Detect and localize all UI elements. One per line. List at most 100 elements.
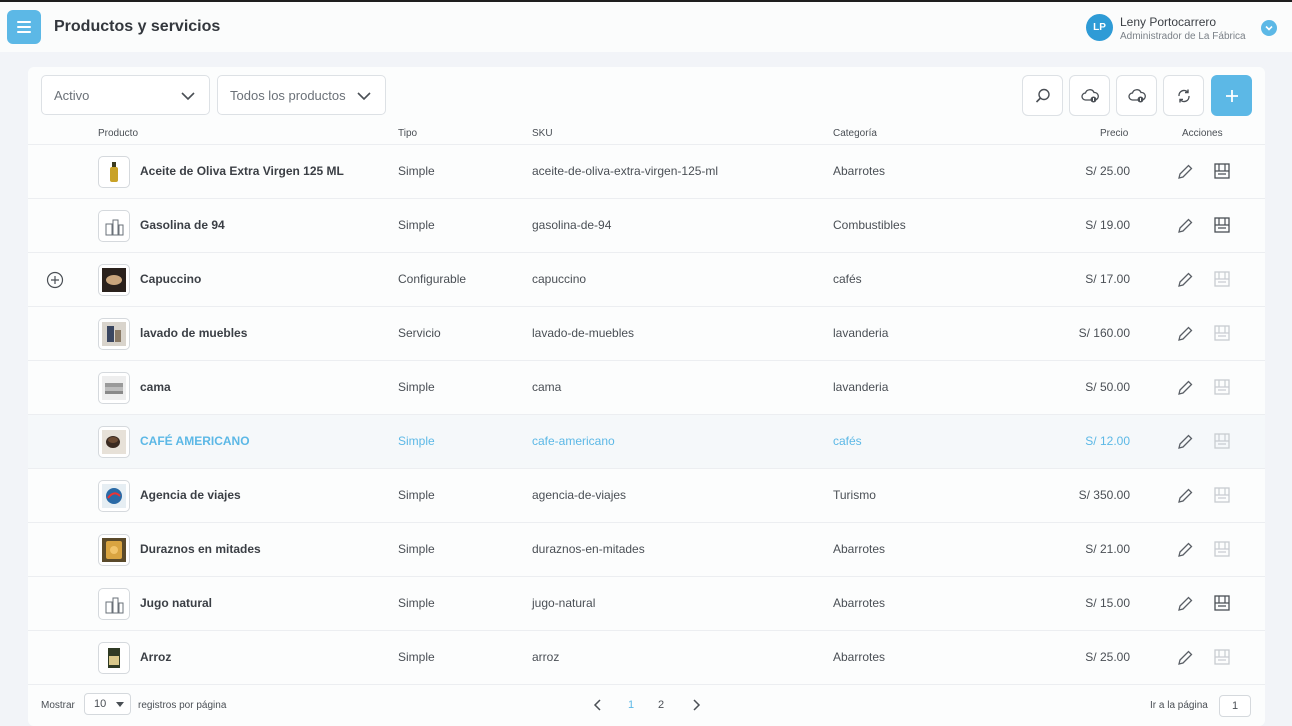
- product-name[interactable]: lavado de muebles: [140, 326, 247, 340]
- product-thumbnail: [98, 372, 130, 404]
- table-row[interactable]: Aceite de Oliva Extra Virgen 125 ML Simp…: [28, 145, 1265, 199]
- inventory-icon[interactable]: [1213, 594, 1231, 612]
- edit-pencil-icon[interactable]: [1176, 541, 1194, 559]
- product-name[interactable]: Arroz: [140, 650, 171, 664]
- col-type[interactable]: Tipo: [398, 128, 417, 139]
- product-category: Abarrotes: [833, 542, 886, 556]
- refresh-icon: [1177, 89, 1190, 102]
- table-row-hovered[interactable]: CAFÉ AMERICANO Simple cafe-americano caf…: [28, 415, 1265, 469]
- product-thumbnail: [98, 426, 130, 458]
- product-price: S/ 350.00: [1078, 488, 1130, 502]
- product-type: Simple: [398, 380, 435, 394]
- show-label: Mostrar: [41, 700, 75, 711]
- table-row[interactable]: Capuccino Configurable capuccino cafés S…: [28, 253, 1265, 307]
- product-price: S/ 25.00: [1085, 164, 1130, 178]
- table-row[interactable]: Arroz Simple arroz Abarrotes S/ 25.00: [28, 631, 1265, 685]
- product-category: Abarrotes: [833, 164, 886, 178]
- cloud-upload-icon: [1127, 88, 1146, 102]
- menu-button[interactable]: [7, 10, 41, 44]
- table-row[interactable]: Agencia de viajes Simple agencia-de-viaj…: [28, 469, 1265, 523]
- product-type: Configurable: [398, 272, 467, 286]
- product-type: Simple: [398, 650, 435, 664]
- per-page-select[interactable]: 10: [84, 693, 131, 715]
- product-sku: lavado-de-muebles: [532, 326, 635, 340]
- page-title: Productos y servicios: [54, 18, 221, 35]
- table-row[interactable]: cama Simple cama lavanderia S/ 50.00: [28, 361, 1265, 415]
- product-sku: jugo-natural: [532, 596, 596, 610]
- user-name[interactable]: Leny Portocarrero: [1120, 15, 1216, 29]
- product-type: Servicio: [398, 326, 441, 340]
- product-name[interactable]: Agencia de viajes: [140, 488, 241, 502]
- search-button[interactable]: [1022, 75, 1063, 116]
- goto-page-input[interactable]: 1: [1219, 695, 1251, 717]
- col-product[interactable]: Producto: [98, 128, 138, 139]
- bottles-placeholder-icon: [105, 597, 124, 614]
- product-category: lavanderia: [833, 380, 889, 394]
- col-price[interactable]: Precio: [1100, 128, 1128, 139]
- product-category: cafés: [833, 434, 862, 448]
- edit-pencil-icon[interactable]: [1176, 595, 1194, 613]
- inventory-icon: [1214, 649, 1230, 665]
- product-filter-select[interactable]: Todos los productos: [217, 75, 386, 115]
- edit-pencil-icon[interactable]: [1176, 325, 1194, 343]
- inventory-icon: [1214, 541, 1230, 557]
- inventory-icon: [1214, 379, 1230, 395]
- product-name[interactable]: Capuccino: [140, 272, 201, 286]
- products-card: Activo Todos los productos Producto Tipo…: [28, 67, 1265, 726]
- product-thumbnail: [98, 642, 130, 674]
- chevron-right-icon[interactable]: [689, 698, 703, 712]
- table-row[interactable]: Gasolina de 94 Simple gasolina-de-94 Com…: [28, 199, 1265, 253]
- edit-pencil-icon[interactable]: [1176, 433, 1194, 451]
- edit-pencil-icon[interactable]: [1176, 379, 1194, 397]
- refresh-button[interactable]: [1163, 75, 1204, 116]
- chevron-down-icon: [181, 92, 195, 101]
- product-name[interactable]: Duraznos en mitades: [140, 542, 261, 556]
- col-sku[interactable]: SKU: [532, 128, 553, 139]
- edit-pencil-icon[interactable]: [1176, 163, 1194, 181]
- inventory-icon: [1214, 487, 1230, 503]
- product-category: Combustibles: [833, 218, 906, 232]
- product-thumbnail: [98, 264, 130, 296]
- product-sku: aceite-de-oliva-extra-virgen-125-ml: [532, 164, 719, 178]
- product-sku: cama: [532, 380, 562, 394]
- coffee-cup-icon: [102, 268, 126, 292]
- edit-pencil-icon[interactable]: [1176, 649, 1194, 667]
- product-type: Simple: [398, 596, 435, 610]
- table-row[interactable]: Duraznos en mitades Simple duraznos-en-m…: [28, 523, 1265, 577]
- product-name[interactable]: Gasolina de 94: [140, 218, 225, 232]
- product-price: S/ 17.00: [1085, 272, 1130, 286]
- bottles-placeholder-icon: [105, 219, 124, 236]
- avatar[interactable]: LP: [1086, 14, 1113, 41]
- user-menu-chevron-icon[interactable]: [1261, 20, 1277, 36]
- product-thumbnail: [98, 534, 130, 566]
- product-type: Simple: [398, 218, 435, 232]
- table-row[interactable]: lavado de muebles Servicio lavado-de-mue…: [28, 307, 1265, 361]
- status-filter-value: Activo: [54, 87, 90, 103]
- status-filter-select[interactable]: Activo: [41, 75, 210, 115]
- cloud-download-button[interactable]: [1069, 75, 1110, 116]
- inventory-icon[interactable]: [1213, 216, 1231, 234]
- product-name[interactable]: Aceite de Oliva Extra Virgen 125 ML: [140, 164, 344, 178]
- expand-plus-icon[interactable]: [46, 271, 64, 289]
- table-row[interactable]: Jugo natural Simple jugo-natural Abarrot…: [28, 577, 1265, 631]
- edit-pencil-icon[interactable]: [1176, 487, 1194, 505]
- cloud-upload-button[interactable]: [1116, 75, 1157, 116]
- product-filter-value: Todos los productos: [230, 87, 346, 103]
- col-category[interactable]: Categoría: [833, 128, 877, 139]
- product-sku: cafe-americano: [532, 434, 615, 448]
- user-role: Administrador de La Fábrica: [1120, 31, 1246, 42]
- edit-pencil-icon[interactable]: [1176, 217, 1194, 235]
- product-price: S/ 25.00: [1085, 650, 1130, 664]
- search-icon: [1035, 88, 1050, 103]
- product-type: Simple: [398, 434, 435, 448]
- product-price: S/ 50.00: [1085, 380, 1130, 394]
- chevron-left-icon[interactable]: [591, 698, 605, 712]
- inventory-icon[interactable]: [1213, 162, 1231, 180]
- edit-pencil-icon[interactable]: [1176, 271, 1194, 289]
- product-name[interactable]: CAFÉ AMERICANO: [140, 434, 250, 448]
- page-2-link[interactable]: 2: [658, 699, 664, 711]
- product-name[interactable]: Jugo natural: [140, 596, 212, 610]
- add-product-button[interactable]: [1211, 75, 1252, 116]
- page-1-link[interactable]: 1: [628, 699, 634, 711]
- product-name[interactable]: cama: [140, 380, 171, 394]
